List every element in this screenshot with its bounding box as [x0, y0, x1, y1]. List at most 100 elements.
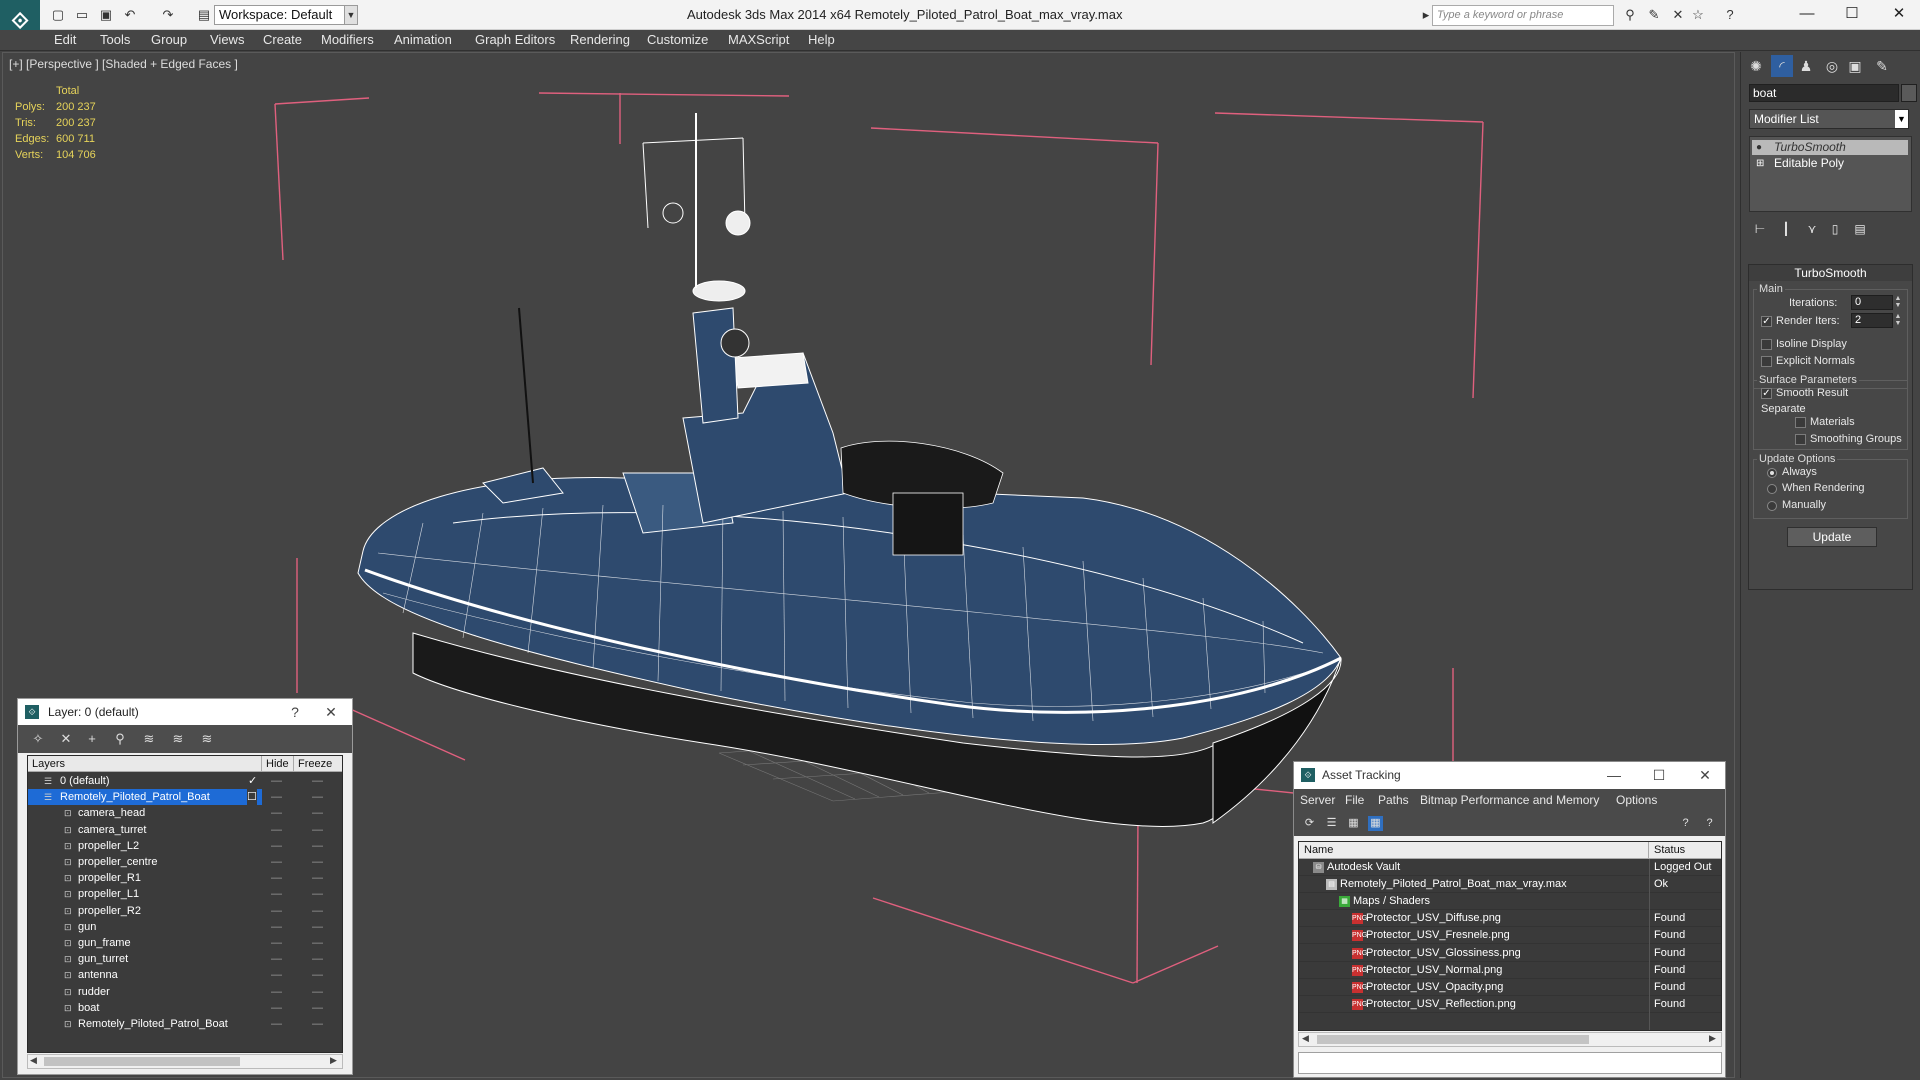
layer-row[interactable]: ⊡ camera_turret — — [28, 822, 342, 838]
materials-checkbox[interactable] [1795, 417, 1806, 428]
create-layer-icon[interactable]: ✧ [30, 731, 46, 747]
layer-row[interactable]: ⊡ antenna — — [28, 967, 342, 983]
update-button[interactable]: Update [1787, 527, 1877, 547]
binoculars-icon[interactable]: ⚲ [1622, 7, 1638, 23]
scroll-right-icon[interactable]: ▶ [330, 1055, 337, 1066]
hide-toggle[interactable]: — [271, 870, 283, 886]
hide-toggle[interactable]: — [271, 919, 283, 935]
help-icon[interactable]: ? [1722, 7, 1738, 23]
freeze-all-icon[interactable]: ≋ [199, 731, 215, 747]
horizontal-scrollbar[interactable]: ◀ ▶ [27, 1054, 343, 1069]
list-view-icon[interactable]: ☰ [1324, 816, 1339, 831]
iterations-spinner[interactable]: 0 [1851, 295, 1893, 310]
layer-row[interactable]: ⊡ Remotely_Piloted_Patrol_Boat — — [28, 1016, 342, 1032]
smooth-result-checkbox[interactable]: ✓ [1761, 388, 1772, 399]
menu-modifiers[interactable]: Modifiers [321, 32, 374, 47]
freeze-toggle[interactable]: — [312, 805, 324, 821]
workspace-dropdown[interactable]: Workspace: Default [214, 5, 356, 25]
menu-edit[interactable]: Edit [54, 32, 76, 47]
help-icon[interactable]: ? [1678, 816, 1693, 831]
render-iters-checkbox[interactable]: ✓ [1761, 316, 1772, 327]
asset-menu-options[interactable]: Options [1616, 793, 1657, 807]
asset-row[interactable]: ⛁ Autodesk Vault Logged Out [1299, 859, 1721, 876]
table-view-icon[interactable]: ▦ [1368, 816, 1383, 831]
display-tab-icon[interactable]: ▣ [1844, 55, 1866, 77]
redo-icon[interactable]: ↷ [160, 7, 176, 23]
open-file-icon[interactable]: ▭ [74, 7, 90, 23]
communication-icon[interactable]: ✕ [1670, 7, 1686, 23]
modifier-list-dropdown[interactable]: Modifier List [1749, 109, 1909, 129]
menu-animation[interactable]: Animation [394, 32, 452, 47]
layer-row[interactable]: ⊡ gun_turret — — [28, 951, 342, 967]
stack-item-editable-poly[interactable]: ⊞ Editable Poly [1752, 156, 1908, 171]
minimize-dialog-button[interactable]: — [1605, 766, 1623, 784]
hide-toggle[interactable]: — [271, 838, 283, 854]
new-file-icon[interactable]: ▢ [50, 7, 66, 23]
layer-dialog-titlebar[interactable]: ⟐ Layer: 0 (default) ? ✕ [18, 699, 352, 725]
close-window-button[interactable]: ✕ [1889, 4, 1909, 24]
asset-row[interactable]: PNG Protector_USV_Fresnele.png Found [1299, 927, 1721, 945]
hide-toggle[interactable]: — [271, 903, 283, 919]
layer-row[interactable]: ⊡ propeller_L1 — — [28, 886, 342, 902]
subscription-icon[interactable]: ✎ [1646, 7, 1662, 23]
spinner-arrows-icon[interactable]: ▲ ▼ [1893, 313, 1903, 328]
show-end-result-icon[interactable]: ┃ [1777, 220, 1795, 238]
layer-row[interactable]: ☰ Remotely_Piloted_Patrol_Boat ☐ — — [28, 789, 323, 806]
help-button[interactable]: ? [286, 703, 304, 721]
project-folder-icon[interactable]: ▤ [196, 7, 212, 23]
rollout-header[interactable]: TurboSmooth [1749, 265, 1912, 281]
add-to-layer-icon[interactable]: + [84, 731, 100, 747]
remove-modifier-icon[interactable]: ▯ [1826, 220, 1844, 238]
hide-toggle[interactable]: — [271, 773, 283, 789]
asset-menu-file[interactable]: File [1345, 793, 1364, 807]
hide-all-icon[interactable]: ≋ [170, 731, 186, 747]
search-input[interactable]: Type a keyword or phrase [1432, 5, 1614, 26]
smoothing-groups-checkbox[interactable] [1795, 434, 1806, 445]
hide-toggle[interactable]: — [271, 984, 283, 1000]
modify-tab-icon[interactable]: ◜ [1771, 55, 1793, 77]
layer-row[interactable]: ☰ 0 (default) ✓ — — [28, 773, 342, 789]
freeze-toggle[interactable]: — [312, 822, 324, 838]
spinner-arrows-icon[interactable]: ▲ ▼ [1893, 295, 1903, 310]
minimize-window-button[interactable]: — [1797, 4, 1817, 24]
asset-row[interactable]: PNG Protector_USV_Opacity.png Found [1299, 979, 1721, 996]
freeze-toggle[interactable]: — [312, 854, 324, 870]
utilities-tab-icon[interactable]: ✎ [1871, 55, 1893, 77]
asset-row[interactable]: ▤ Remotely_Piloted_Patrol_Boat_max_vray.m… [1299, 876, 1721, 894]
current-layer-check-icon[interactable]: ✓ [248, 773, 257, 789]
scroll-thumb[interactable] [44, 1057, 240, 1066]
name-column-header[interactable]: Name [1299, 842, 1649, 859]
status-column-header[interactable]: Status [1649, 842, 1721, 859]
chevron-down-icon[interactable]: ▼ [1895, 110, 1908, 128]
configure-sets-icon[interactable]: ▤ [1851, 220, 1869, 238]
make-unique-icon[interactable]: ⋎ [1803, 220, 1821, 238]
pin-stack-icon[interactable]: ⊢ [1751, 220, 1769, 238]
object-name-field[interactable]: boat [1749, 84, 1899, 102]
layer-row[interactable]: ⊡ gun — — [28, 919, 342, 935]
hide-column-header[interactable]: Hide [262, 756, 294, 772]
hierarchy-tab-icon[interactable]: ♟ [1795, 55, 1817, 77]
hide-toggle[interactable]: — [271, 886, 283, 902]
freeze-toggle[interactable]: — [312, 984, 324, 1000]
menu-maxscript[interactable]: MAXScript [728, 32, 789, 47]
help-context-icon[interactable]: ? [1702, 816, 1717, 831]
asset-row[interactable]: PNG Protector_USV_Normal.png Found [1299, 962, 1721, 979]
hide-toggle[interactable]: — [271, 822, 283, 838]
hide-toggle[interactable]: — [271, 951, 283, 967]
horizontal-scrollbar[interactable]: ◀ ▶ [1298, 1032, 1722, 1047]
hide-toggle[interactable]: — [271, 789, 283, 805]
asset-row[interactable]: PNG Protector_USV_Reflection.png Found [1299, 996, 1721, 1013]
hide-toggle[interactable]: — [271, 935, 283, 951]
hide-toggle[interactable]: — [271, 805, 283, 821]
scroll-thumb[interactable] [1317, 1035, 1589, 1044]
freeze-toggle[interactable]: — [312, 1016, 324, 1032]
explicit-normals-checkbox[interactable] [1761, 356, 1772, 367]
freeze-toggle[interactable]: — [312, 903, 324, 919]
asset-row[interactable]: PNG Protector_USV_Glossiness.png Found [1299, 945, 1721, 962]
freeze-toggle[interactable]: — [312, 789, 324, 805]
asset-menu-server[interactable]: Server [1300, 793, 1335, 807]
menu-rendering[interactable]: Rendering [570, 32, 630, 47]
refresh-icon[interactable]: ⟳ [1302, 816, 1317, 831]
undo-icon[interactable]: ↶ [122, 7, 138, 23]
scroll-right-icon[interactable]: ▶ [1709, 1033, 1716, 1044]
